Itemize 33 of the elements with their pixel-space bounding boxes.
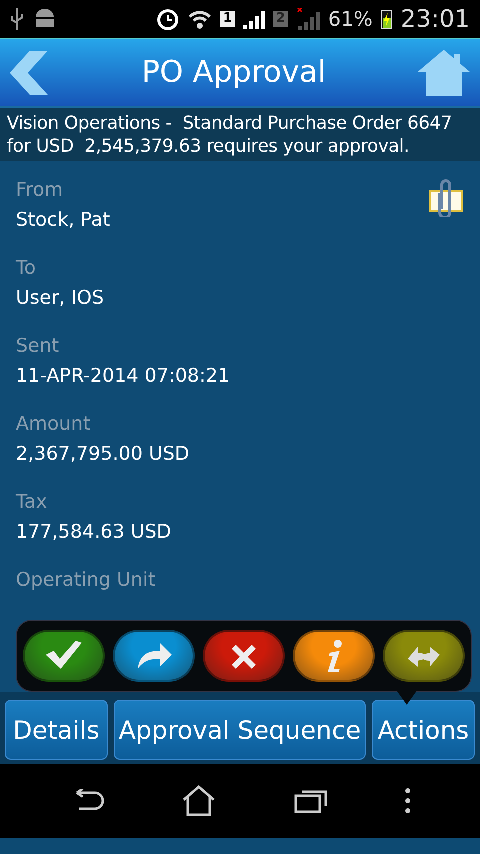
field-label: Operating Unit	[16, 569, 156, 591]
info-button[interactable]	[293, 630, 375, 682]
reassign-button[interactable]	[383, 630, 465, 682]
tab-button[interactable]: Details	[5, 700, 108, 760]
paperclip-attachment-icon[interactable]	[428, 179, 464, 217]
field-label: Tax	[16, 491, 48, 513]
approval-message: Vision Operations - Standard Purchase Order 6647 for USD 2,545,379.63 requires your approval.	[0, 106, 480, 161]
field-label: Amount	[16, 413, 91, 435]
sim-badge: 1	[220, 11, 236, 27]
signal-icon	[243, 9, 266, 29]
forward-button[interactable]	[113, 630, 195, 682]
field-value: User, IOS	[16, 287, 104, 309]
field-value: 2,367,795.00 USD	[16, 443, 190, 465]
overflow-menu-icon[interactable]	[405, 788, 412, 814]
reject-button[interactable]	[203, 630, 285, 682]
field-label: To	[16, 257, 36, 279]
approve-button[interactable]	[23, 630, 105, 682]
field-label: From	[16, 179, 64, 201]
clock-time: 23:01	[400, 5, 470, 33]
screen-title: PO Approval	[142, 55, 326, 90]
field-value: 11-APR-2014 07:08:21	[16, 365, 230, 387]
tab-button[interactable]: Approval Sequence	[114, 700, 366, 760]
tab-button[interactable]: Actions	[372, 700, 475, 760]
sim-badge: 2	[273, 11, 288, 27]
battery-charging-icon	[380, 8, 393, 30]
home-icon[interactable]	[182, 785, 216, 817]
battery-percent: 61%	[328, 7, 373, 31]
no-signal-icon	[296, 8, 320, 30]
field-value: Stock, Pat	[16, 209, 110, 231]
field-value: 177,584.63 USD	[16, 521, 172, 543]
recent-apps-icon[interactable]	[294, 788, 328, 814]
field-label: Sent	[16, 335, 60, 357]
alarm-clock-icon	[156, 7, 180, 31]
